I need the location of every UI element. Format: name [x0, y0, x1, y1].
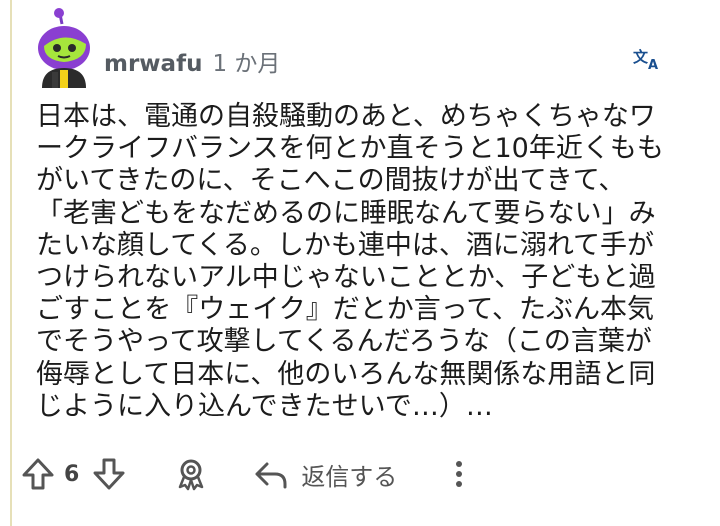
upvote-button[interactable]	[20, 456, 56, 492]
vote-count: 6	[64, 461, 80, 487]
comment-body-line: たいな顔してくる。しかも連中は、酒に溺れて手が	[36, 229, 655, 261]
avatar[interactable]	[30, 8, 92, 88]
reply-button[interactable]: 返信する	[253, 456, 397, 492]
translate-button[interactable]: 文 A	[632, 44, 662, 73]
svg-text:A: A	[648, 58, 658, 72]
more-options-button[interactable]	[449, 456, 469, 492]
comment-body-line: 「老害どもをなだめるのに睡眠なんて要らない」み	[36, 197, 656, 229]
reply-arrow-icon	[255, 462, 287, 489]
comment-body-line: ークライフバランスを何とか直そうと10年近くもも	[36, 133, 664, 165]
more-options-icon	[456, 461, 463, 487]
comment-header: mrwafu 1 か月	[104, 44, 280, 78]
thread-line[interactable]	[10, 0, 12, 526]
comment-body-line: じように入り込んできたせいで…）…	[36, 390, 493, 422]
translate-icon: 文 A	[633, 48, 658, 73]
upvote-arrow-icon	[22, 458, 54, 490]
comment-body-line: でそうやって攻撃してくるんだろうな（この言葉が	[36, 326, 652, 358]
comment-body-line: ごすことを『ウェイク』だとか言って、たぶん本気	[36, 294, 655, 326]
downvote-button[interactable]	[91, 456, 127, 492]
reply-label: 返信する	[301, 462, 398, 491]
comment-body-line: 侮辱として日本に、他のいろんな無関係な用語と同	[36, 358, 656, 390]
award-icon	[179, 459, 204, 491]
comment-body: 日本は、電通の自殺騒動のあと、めちゃくちゃなワ ークライフバランスを何とか直そう…	[36, 101, 712, 423]
comment-body-line: がいてきたのに、そこへこの間抜けが出てきて、	[36, 165, 626, 197]
comment-timestamp: 1 か月	[212, 51, 281, 77]
author-username[interactable]: mrwafu	[104, 51, 202, 77]
downvote-arrow-icon	[93, 458, 125, 490]
comment-body-line: 日本は、電通の自殺騒動のあと、めちゃくちゃなワ	[36, 101, 656, 132]
comment-action-bar: 6 返信する	[20, 452, 469, 496]
svg-text:文: 文	[633, 48, 649, 66]
snoo-avatar-icon	[38, 8, 90, 88]
award-button[interactable]	[173, 456, 209, 492]
comment-body-line: つけられないアル中じゃないこととか、子どもと過	[36, 262, 656, 294]
comment-card: mrwafu 1 か月 文 A 日本は、電通の自殺騒動のあと、めちゃくちゃなワ …	[0, 0, 720, 526]
